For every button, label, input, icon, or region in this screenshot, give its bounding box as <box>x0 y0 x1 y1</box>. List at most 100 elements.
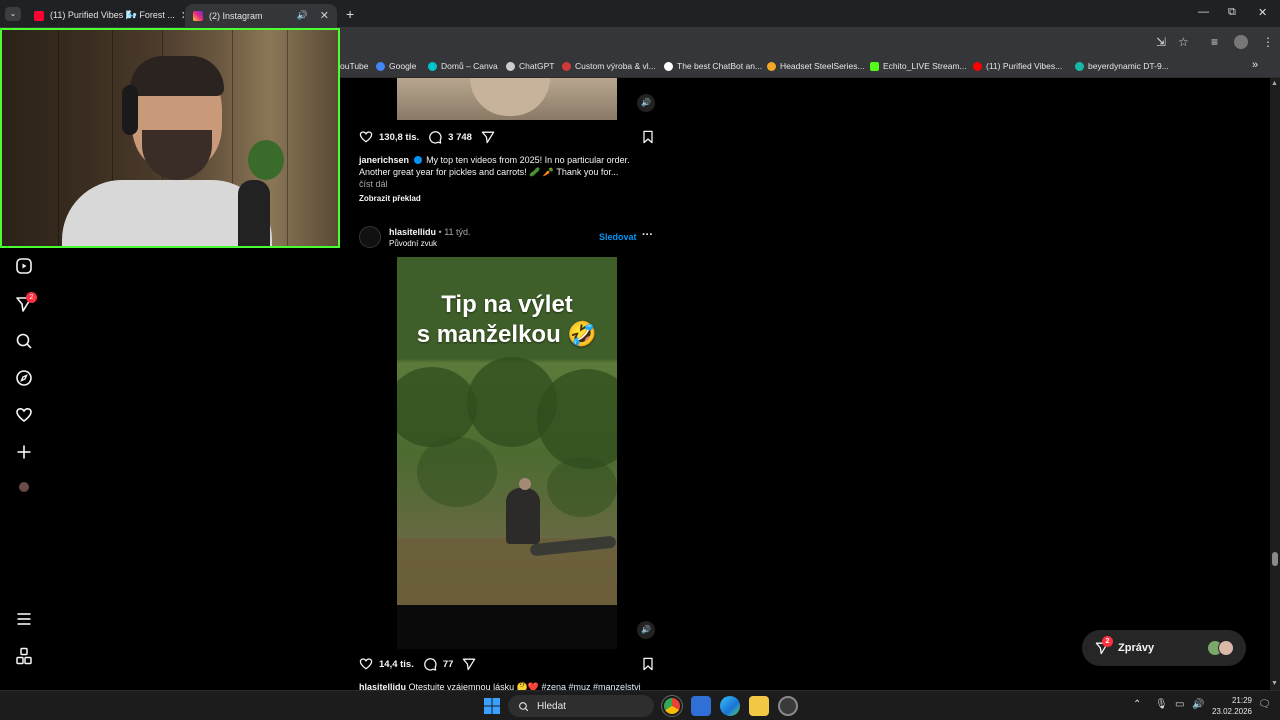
profile-avatar[interactable] <box>1234 35 1248 49</box>
bookmark-icon <box>1075 61 1084 71</box>
video-person-head <box>519 478 531 490</box>
tab-purified-vibes[interactable]: (11) Purified Vibes 🌬️ Forest ... ✕ <box>26 4 184 27</box>
messages-button[interactable]: 2 Zprávy <box>1082 630 1246 666</box>
chevron-up-icon[interactable]: ⌃ <box>1133 699 1141 710</box>
follow-button[interactable]: Sledovat <box>599 232 637 242</box>
like-icon[interactable] <box>358 656 374 672</box>
reels-icon[interactable] <box>14 256 34 276</box>
bookmark-custom-vyroba[interactable]: Custom výroba & vl... <box>562 61 656 71</box>
share-icon[interactable] <box>480 129 496 145</box>
share-icon[interactable] <box>461 656 477 672</box>
chrome-icon[interactable] <box>661 695 683 717</box>
microphone-icon[interactable]: 🎙 <box>1155 699 1168 710</box>
menu-icon[interactable] <box>14 609 34 629</box>
webcam-plant <box>248 140 284 180</box>
chevron-down-icon[interactable]: ⌄ <box>5 7 21 21</box>
chatgpt-icon <box>506 61 515 71</box>
tab-instagram[interactable]: (2) Instagram 🔊 ✕ <box>185 4 337 27</box>
video-person <box>506 488 540 544</box>
page-scrollbar[interactable] <box>1270 78 1280 690</box>
new-tab-button[interactable]: + <box>346 6 354 22</box>
create-icon[interactable] <box>14 442 34 462</box>
read-more-link[interactable]: číst dál <box>359 178 388 190</box>
messages-badge: 2 <box>1102 636 1113 647</box>
menu-icon[interactable]: ⋮ <box>1262 35 1274 49</box>
speaker-icon[interactable]: 🔊 <box>637 621 655 639</box>
scroll-up-icon[interactable]: ▲ <box>1271 80 1278 87</box>
display-icon[interactable]: ▭ <box>1175 699 1184 710</box>
messages-label: Zprávy <box>1118 642 1155 654</box>
media-controls-icon[interactable]: ≡ <box>1211 35 1218 49</box>
speaker-icon[interactable]: 🔊 <box>297 10 308 21</box>
scrollbar-thumb[interactable] <box>1272 552 1278 566</box>
windows-start-icon[interactable] <box>484 698 500 714</box>
explore-icon[interactable] <box>14 368 34 388</box>
file-explorer-icon[interactable] <box>749 696 769 716</box>
author-username[interactable]: hlasitellidu <box>389 227 436 237</box>
bookmark-save-icon[interactable] <box>640 129 656 145</box>
taskbar-clock[interactable]: 21:29 23.02.2026 <box>1206 695 1252 717</box>
bookmark-steelseries[interactable]: Headset SteelSeries... <box>767 61 865 71</box>
install-app-icon[interactable]: ⇲ <box>1156 35 1166 49</box>
bookmark-canva[interactable]: Domů – Canva <box>428 61 498 71</box>
webcam-beard <box>142 130 212 180</box>
bookmark-google[interactable]: Google <box>376 61 416 71</box>
more-options-button[interactable]: ··· <box>642 229 653 241</box>
webcam-headphones <box>122 85 138 135</box>
post-caption: janerichsen My top ten videos from 2025!… <box>359 154 649 178</box>
star-icon[interactable]: ☆ <box>1178 35 1189 49</box>
bookmark-purified-vibes[interactable]: (11) Purified Vibes... <box>973 61 1062 71</box>
clock-time: 21:29 <box>1231 696 1252 705</box>
scroll-down-icon[interactable]: ▼ <box>1271 680 1278 687</box>
like-icon[interactable] <box>358 129 374 145</box>
tab-title: (2) Instagram <box>209 10 263 21</box>
author-avatar[interactable] <box>359 226 381 248</box>
search-icon[interactable] <box>14 331 34 351</box>
threads-apps-icon[interactable] <box>14 646 34 666</box>
bookmark-icon <box>664 61 673 71</box>
bookmark-kick[interactable]: Echito_LIVE Stream... <box>870 61 967 71</box>
webcam-hair <box>130 56 224 96</box>
like-count: 14,4 tis. <box>379 658 414 670</box>
translate-link[interactable]: Zobrazit překlad <box>359 193 421 205</box>
notifications-icon[interactable]: 🗨 <box>1258 699 1271 710</box>
clock-date: 23.02.2026 <box>1211 707 1252 716</box>
windows-taskbar: Hledat ⌃ 🎙 ▭ 🔊 21:29 23.02.2026 🗨 <box>0 690 1280 720</box>
app-icon[interactable] <box>778 696 798 716</box>
comment-count: 77 <box>442 658 454 670</box>
post-time: 11 týd. <box>444 227 471 237</box>
edge-icon[interactable] <box>720 696 740 716</box>
minimize-button[interactable]: — <box>1198 6 1209 18</box>
bookmark-youtube[interactable]: ouTube <box>340 61 369 71</box>
bookmark-save-icon[interactable] <box>640 656 656 672</box>
audio-label[interactable]: Původní zvuk <box>389 238 437 250</box>
avatar <box>1218 640 1234 656</box>
comment-icon[interactable] <box>422 656 438 672</box>
close-icon[interactable]: ✕ <box>181 9 184 22</box>
bookmark-chatgpt[interactable]: ChatGPT <box>506 61 554 71</box>
restore-button[interactable]: ⧉ <box>1228 6 1236 19</box>
close-window-button[interactable]: ✕ <box>1258 6 1267 19</box>
bookmarks-more-button[interactable]: » <box>1252 59 1258 71</box>
search-icon <box>519 701 529 711</box>
caption-username[interactable]: janerichsen <box>359 155 409 165</box>
bookmark-beyerdynamic[interactable]: beyerdynamic DT-9... <box>1075 61 1169 71</box>
speaker-icon[interactable]: 🔊 <box>637 94 655 112</box>
store-icon[interactable] <box>691 696 711 716</box>
caption-text: Otestujte vzájemnou lásku 🤔❤️ <box>408 682 539 690</box>
webcam-microphone <box>238 180 270 246</box>
caption-username[interactable]: hlasitellidu <box>359 682 406 690</box>
instagram-icon <box>193 10 203 21</box>
taskbar-search[interactable]: Hledat <box>508 695 654 717</box>
caption-hashtags[interactable]: #zena #muz #manzelstvi <box>542 682 641 690</box>
close-icon[interactable]: ✕ <box>320 9 329 22</box>
comment-icon[interactable] <box>427 129 443 145</box>
profile-avatar[interactable] <box>19 482 29 492</box>
tab-strip: ⌄ (11) Purified Vibes 🌬️ Forest ... ✕ (2… <box>0 0 1280 27</box>
volume-icon[interactable]: 🔊 <box>1192 699 1204 710</box>
post-caption: hlasitellidu Otestujte vzájemnou lásku 🤔… <box>359 681 659 690</box>
kick-icon <box>870 61 879 71</box>
bookmark-icon <box>767 61 776 71</box>
bookmark-chatbot[interactable]: The best ChatBot an... <box>664 61 762 71</box>
heart-icon[interactable] <box>14 405 34 425</box>
